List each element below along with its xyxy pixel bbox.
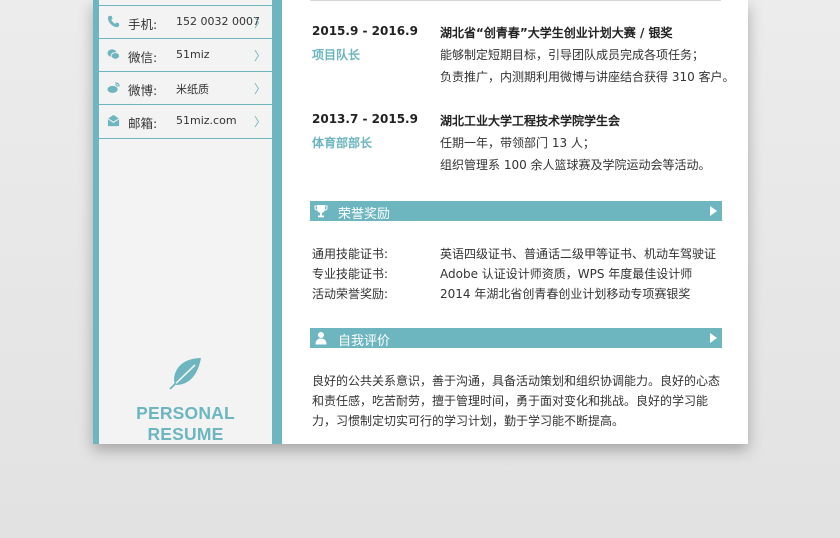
honor-key: 活动荣誉奖励: — [312, 287, 389, 301]
experience-detail: 能够制定短期目标，引导团队成员完成各项任务； — [440, 48, 705, 62]
self-eval-line: 良好的公共关系意识，善于沟通，具备活动策划和组织协调能力。良好的心态 — [312, 374, 721, 388]
contact-value: 51miz — [176, 48, 210, 61]
weibo-icon — [107, 82, 120, 93]
experience-detail: 负责推广，内测期利用微博与讲座结合获得 310 客户。 — [440, 70, 735, 84]
honor-key: 通用技能证书: — [312, 247, 389, 261]
experience-detail: 任期一年，带领部门 13 人； — [440, 136, 595, 150]
contact-value: 米纸质 — [176, 83, 209, 96]
triangle-right-icon — [710, 206, 717, 216]
honor-item: 活动荣誉奖励: 2014 年湖北省创青春创业计划移动专项赛银奖 — [282, 285, 748, 305]
chevron-right-icon[interactable]: 〉 — [254, 113, 266, 130]
chevron-right-icon[interactable]: 〉 — [254, 47, 266, 64]
honor-item: 专业技能证书: Adobe 认证设计师资质，WPS 年度最佳设计师 — [282, 265, 748, 285]
person-icon — [315, 332, 327, 345]
column-divider — [272, 0, 282, 444]
contact-email: 邮箱: 51miz.com 〉 — [99, 105, 272, 137]
experience-period: 2013.7 - 2015.9 — [312, 112, 418, 126]
section-rule — [310, 0, 721, 1]
triangle-right-icon — [710, 333, 717, 343]
experience-period: 2015.9 - 2016.9 — [312, 24, 418, 38]
experience-role: 项目队长 — [312, 48, 361, 62]
trophy-icon — [314, 205, 328, 218]
honor-value: 2014 年湖北省创青春创业计划移动专项赛银奖 — [440, 287, 691, 301]
contact-phone: 手机: 152 0032 0007 〉 — [99, 6, 272, 38]
experience-detail: 组织管理系 100 余人篮球赛及学院运动会等活动。 — [440, 158, 711, 172]
contact-label: 邮箱: — [128, 116, 158, 131]
contact-weibo: 微博: 米纸质 〉 — [99, 72, 272, 104]
experience-org: 湖北省“创青春”大学生创业计划大赛 / 银奖 — [440, 26, 673, 40]
main-content: 2015.9 - 2016.9 项目队长 湖北省“创青春”大学生创业计划大赛 /… — [282, 0, 748, 444]
chevron-right-icon[interactable]: 〉 — [254, 14, 266, 31]
contact-value: 152 0032 0007 — [176, 15, 260, 28]
honor-item: 通用技能证书: 英语四级证书、普通话二级甲等证书、机动车驾驶证 — [282, 245, 748, 265]
honor-value: Adobe 认证设计师资质，WPS 年度最佳设计师 — [440, 267, 693, 281]
experience-role: 体育部部长 — [312, 136, 373, 150]
experience-org: 湖北工业大学工程技术学院学生会 — [440, 114, 621, 128]
self-eval-section-header[interactable]: 自我评价 — [310, 328, 722, 349]
contact-wechat: 微信: 51miz 〉 — [99, 39, 272, 71]
self-eval-line: 力，习惯制定切实可行的学习计划，勤于学习能不断提高。 — [312, 414, 625, 428]
contact-divider — [99, 138, 272, 139]
contact-value: 51miz.com — [176, 114, 237, 127]
chevron-right-icon[interactable]: 〉 — [254, 80, 266, 97]
contact-label: 微博: — [128, 83, 158, 98]
contact-label: 手机: — [128, 17, 158, 32]
honor-key: 专业技能证书: — [312, 267, 389, 281]
resume-page: 手机: 152 0032 0007 〉 微信: 51miz 〉 微博: 米纸质 … — [93, 0, 748, 444]
mail-icon — [107, 114, 120, 127]
self-eval-title: 自我评价 — [338, 334, 391, 349]
honors-title: 荣誉奖励 — [338, 207, 391, 222]
honor-value: 英语四级证书、普通话二级甲等证书、机动车驾驶证 — [440, 247, 717, 261]
leaf-icon — [169, 358, 201, 390]
brand-title: PERSONAL RESUME — [136, 403, 235, 444]
contact-label: 微信: — [128, 50, 158, 65]
phone-icon — [107, 15, 120, 28]
self-eval-line: 和责任感，吃苦耐劳，擅于管理时间，勇于面对变化和挑战。良好的学习能 — [312, 394, 709, 408]
sidebar: 手机: 152 0032 0007 〉 微信: 51miz 〉 微博: 米纸质 … — [99, 0, 272, 444]
wechat-icon — [107, 49, 120, 60]
honors-section-header[interactable]: 荣誉奖励 — [310, 201, 722, 222]
